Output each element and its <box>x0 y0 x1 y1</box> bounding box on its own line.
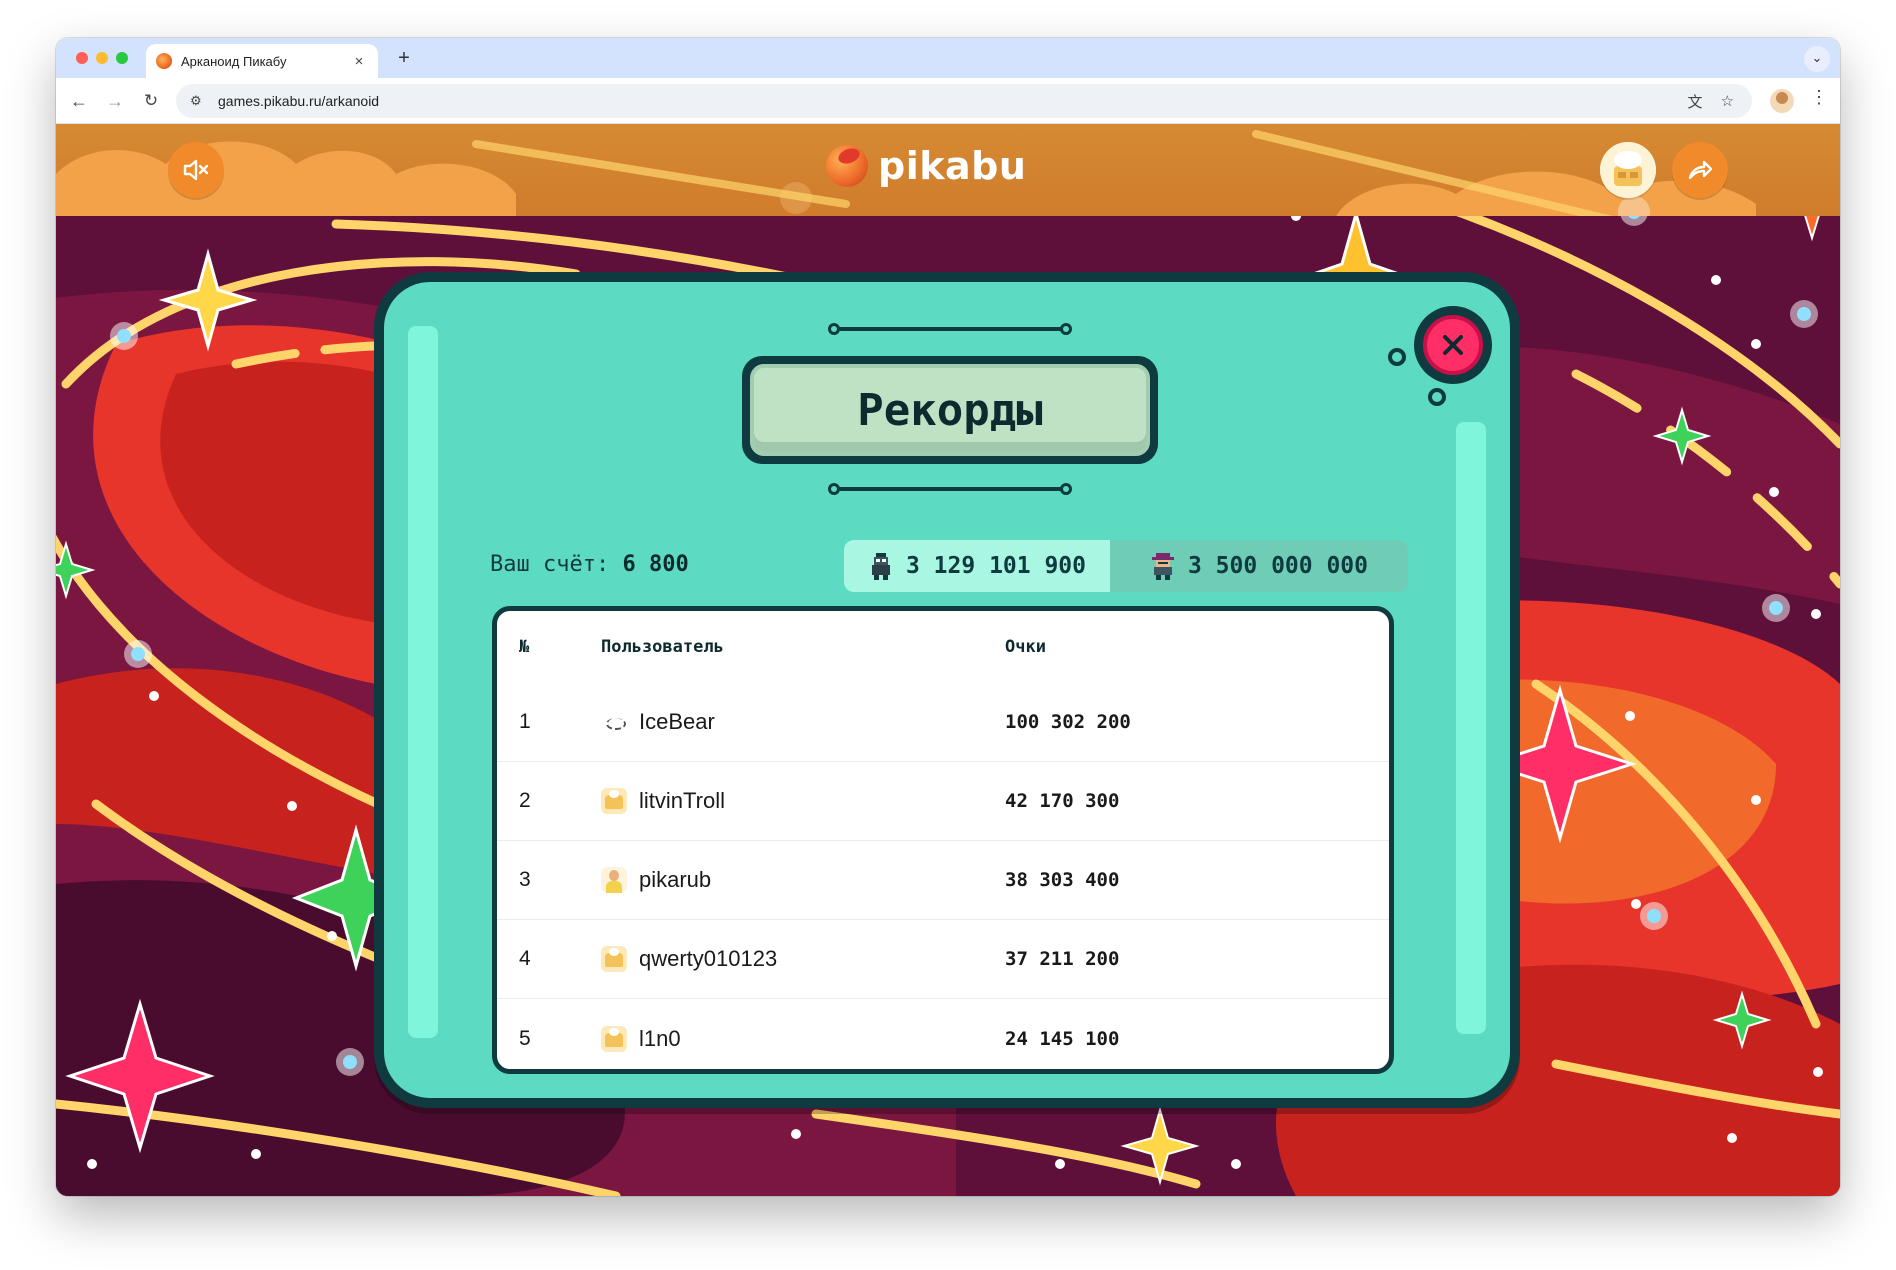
bookmark-star-icon[interactable]: ☆ <box>1721 92 1734 110</box>
close-button[interactable] <box>1423 315 1483 375</box>
row-user[interactable]: l1n0 <box>601 1025 1005 1052</box>
window-zoom-button[interactable] <box>116 52 128 64</box>
pikabu-logo: pikabu <box>826 144 1026 188</box>
table-row: 5 l1n0 24 145 100 <box>497 999 1389 1069</box>
tab-record-1[interactable]: 3 129 101 900 <box>844 540 1110 592</box>
column-user: Пользователь <box>601 637 724 657</box>
row-rank: 4 <box>519 947 531 970</box>
address-bar[interactable]: ⚙ games.pikabu.ru/arkanoid 文 ☆ <box>176 84 1752 118</box>
pikabu-logo-icon <box>826 145 868 187</box>
your-score: Ваш счёт: 6 800 <box>490 552 689 577</box>
row-rank: 3 <box>519 868 531 891</box>
modal-rail-left <box>408 326 438 1038</box>
share-button[interactable] <box>1672 142 1728 198</box>
translate-icon[interactable]: 文 <box>1688 91 1703 112</box>
tab-strip: Арканоид Пикабу × + ⌄ <box>56 38 1840 78</box>
column-number: № <box>519 637 530 657</box>
reload-button[interactable]: ↻ <box>138 88 164 114</box>
row-user[interactable]: qwerty010123 <box>601 946 1005 972</box>
modal-rail-right <box>1456 422 1486 1034</box>
row-score: 38 303 400 <box>1005 869 1120 891</box>
sound-toggle-button[interactable] <box>168 142 224 198</box>
row-user[interactable]: pikarub <box>601 867 1005 893</box>
tab-search-button[interactable]: ⌄ <box>1804 46 1830 72</box>
tab-record-1-label: 3 129 101 900 <box>905 553 1086 579</box>
browser-menu-icon[interactable]: ⋮ <box>1810 87 1828 108</box>
tab-title: Арканоид Пикабу <box>181 53 287 69</box>
row-rank: 1 <box>519 710 531 733</box>
your-score-value: 6 800 <box>622 552 689 577</box>
profile-avatar[interactable] <box>1770 89 1794 113</box>
pikabu-default-avatar-icon <box>601 788 627 814</box>
row-username[interactable]: pikarub <box>639 867 711 893</box>
leaderboard-table: № Пользователь Очки 1 IceBear 100 302 20… <box>492 606 1394 1074</box>
row-score: 42 170 300 <box>1005 790 1120 812</box>
window-minimize-button[interactable] <box>96 52 108 64</box>
pixel-character-icon <box>871 553 890 580</box>
row-username[interactable]: l1n0 <box>639 1026 681 1052</box>
table-row: 2 litvinTroll 42 170 300 <box>497 762 1389 841</box>
person-avatar-icon <box>601 867 627 893</box>
pikabu-favicon-icon <box>156 53 172 69</box>
column-score: Очки <box>1005 637 1046 657</box>
tab-close-icon[interactable]: × <box>350 53 368 70</box>
row-rank: 2 <box>519 789 531 812</box>
speaker-muted-icon <box>183 159 209 181</box>
row-username[interactable]: IceBear <box>639 709 715 735</box>
table-row: 4 qwerty010123 37 211 200 <box>497 920 1389 999</box>
back-button[interactable]: ← <box>66 88 92 114</box>
pikabu-default-avatar-icon <box>601 1025 627 1052</box>
user-avatar[interactable] <box>1600 142 1656 198</box>
table-row: 1 IceBear 100 302 200 <box>497 683 1389 762</box>
pikabu-default-avatar-icon <box>1600 142 1656 198</box>
your-score-label: Ваш счёт: <box>490 552 610 577</box>
table-header: № Пользователь Очки <box>497 611 1389 683</box>
browser-tab[interactable]: Арканоид Пикабу × <box>146 44 378 78</box>
records-modal: Рекорды Ваш счёт: 6 800 3 129 101 900 3 … <box>374 272 1520 1108</box>
decor-line-top <box>828 323 1072 335</box>
tab-record-2-label: 3 500 000 000 <box>1187 553 1368 579</box>
records-tabs: 3 129 101 900 3 500 000 000 <box>844 540 1408 592</box>
decor-line-bottom <box>828 483 1072 495</box>
close-button-frame <box>1414 306 1492 384</box>
decor-knob <box>1428 388 1446 406</box>
browser-toolbar: ← → ↻ ⚙ games.pikabu.ru/arkanoid 文 ☆ ⋮ <box>56 78 1840 124</box>
game-area: pikabu Рекорды Ваш счёт: 6 800 3 129 101… <box>56 124 1840 1196</box>
close-icon <box>1443 335 1463 355</box>
row-rank: 5 <box>519 1026 531 1050</box>
row-score: 100 302 200 <box>1005 711 1131 733</box>
row-score: 37 211 200 <box>1005 948 1120 970</box>
logo-text: pikabu <box>878 144 1027 188</box>
share-arrow-icon <box>1688 160 1713 180</box>
row-score: 24 145 100 <box>1005 1027 1120 1050</box>
table-row: 3 pikarub 38 303 400 <box>497 841 1389 920</box>
pixel-character-hat-icon <box>1151 553 1174 580</box>
new-tab-button[interactable]: + <box>392 46 416 70</box>
window-close-button[interactable] <box>76 52 88 64</box>
row-user[interactable]: litvinTroll <box>601 788 1005 814</box>
site-settings-icon[interactable]: ⚙ <box>190 93 208 109</box>
url-text[interactable]: games.pikabu.ru/arkanoid <box>218 93 379 109</box>
title-plate: Рекорды <box>742 356 1158 464</box>
decor-knob <box>1388 348 1406 366</box>
bear-icon <box>601 709 627 735</box>
forward-button[interactable]: → <box>102 88 128 114</box>
pikabu-default-avatar-icon <box>601 946 627 972</box>
browser-window: Арканоид Пикабу × + ⌄ ← → ↻ ⚙ games.pika… <box>56 38 1840 1196</box>
tab-record-2[interactable]: 3 500 000 000 <box>1110 540 1408 592</box>
modal-title: Рекорды <box>750 364 1150 456</box>
row-username[interactable]: litvinTroll <box>639 788 725 814</box>
game-header: pikabu <box>56 124 1840 216</box>
row-user[interactable]: IceBear <box>601 709 1005 735</box>
row-username[interactable]: qwerty010123 <box>639 946 777 972</box>
